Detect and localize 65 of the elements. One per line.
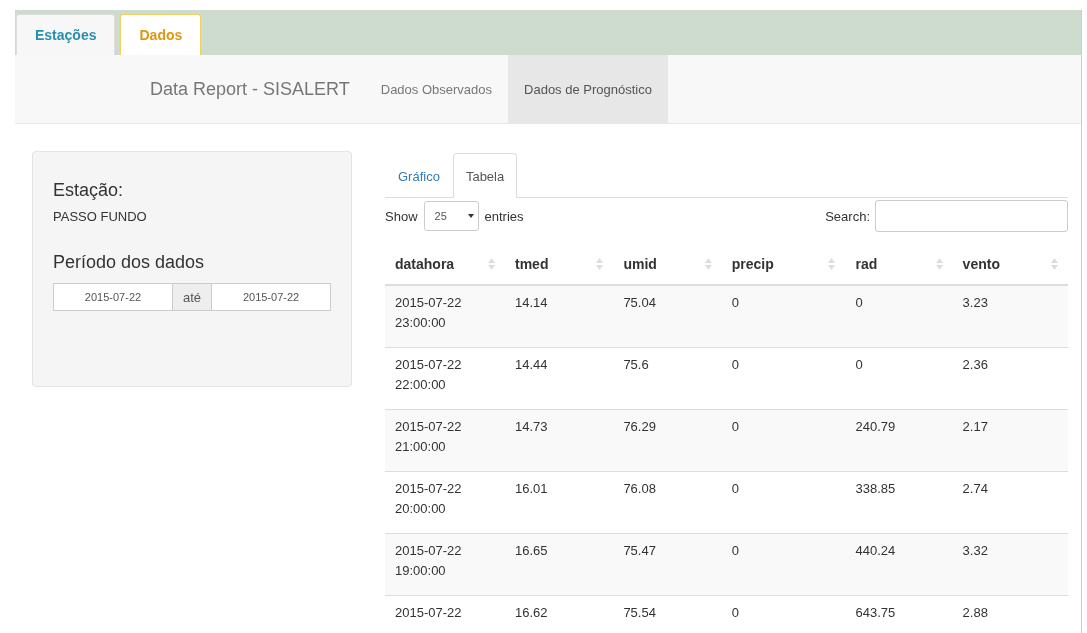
view-tab[interactable]: Gráfico: [385, 154, 453, 198]
table-cell: 2.36: [962, 357, 988, 372]
table-cell: 2015-07-22 20:00:00: [395, 481, 462, 516]
table-cell: 3.23: [962, 295, 988, 310]
table-cell: 0: [731, 543, 739, 558]
table-cell: 2015-07-22 19:00:00: [395, 543, 462, 578]
column-header[interactable]: precip: [731, 256, 774, 272]
table-cell: 0: [731, 481, 739, 496]
page-size-select[interactable]: 25: [423, 201, 479, 231]
sort-icon[interactable]: [935, 258, 943, 270]
table-cell: 14.14: [515, 295, 548, 310]
view-tab[interactable]: Tabela: [452, 153, 518, 198]
table-cell: 76.29: [623, 419, 656, 434]
table-cell: 643.75: [855, 605, 896, 620]
table-cell: 2.74: [962, 481, 988, 496]
column-header[interactable]: datahora: [395, 256, 455, 272]
table-cell: 0: [731, 357, 739, 372]
entries-label: entries: [484, 208, 524, 224]
search-label: Search:: [825, 208, 870, 224]
table-cell: 2.88: [962, 605, 988, 620]
app-title: Data Report - SISALERT: [149, 77, 351, 101]
table-cell: 2015-07-22 23:00:00: [395, 295, 462, 330]
sort-icon[interactable]: [704, 258, 712, 270]
table-cell: 14.44: [515, 357, 548, 372]
nav-item[interactable]: Dados de Prognóstico: [508, 55, 668, 123]
column-header[interactable]: tmed: [515, 256, 549, 272]
table-cell: 75.04: [623, 295, 656, 310]
table-cell: 3.32: [962, 543, 988, 558]
table-cell: 240.79: [855, 419, 896, 434]
table-cell: 75.54: [623, 605, 656, 620]
caret-icon: [467, 214, 474, 218]
nav-item[interactable]: Dados Observados: [364, 55, 509, 123]
sort-icon[interactable]: [488, 258, 495, 270]
table-cell: 16.01: [515, 481, 548, 496]
table-cell: 0: [731, 605, 739, 620]
table-cell: 2015-07-22: [395, 605, 462, 620]
sort-icon[interactable]: [828, 258, 836, 270]
sort-icon[interactable]: [1051, 258, 1058, 270]
table-cell: 75.47: [623, 543, 656, 558]
station-label: Estação:: [53, 180, 125, 201]
start-date-field[interactable]: 2015-07-22: [53, 283, 173, 311]
table-cell: 2015-07-22 21:00:00: [395, 419, 462, 454]
column-header[interactable]: vento: [962, 256, 1000, 272]
table-cell: 75.6: [623, 357, 649, 372]
station-name: PASSO FUNDO: [53, 209, 148, 224]
search-field[interactable]: [875, 200, 1068, 232]
table-cell: 2.17: [962, 419, 988, 434]
column-header[interactable]: rad: [855, 256, 878, 272]
table-cell: 440.24: [855, 543, 896, 558]
table-cell: 0: [855, 295, 863, 310]
table-cell: 76.08: [623, 481, 656, 496]
table-cell: 2015-07-22 22:00:00: [395, 357, 462, 392]
table-cell: 0: [731, 419, 739, 434]
period-label: Período dos dados: [53, 252, 206, 273]
show-label: Show: [385, 208, 418, 224]
table-cell: 14.73: [515, 419, 548, 434]
table-cell: 16.65: [515, 543, 548, 558]
range-separator: até: [172, 283, 212, 311]
end-date-field[interactable]: 2015-07-22: [211, 283, 331, 311]
table-cell: 338.85: [855, 481, 896, 496]
table-cell: 0: [731, 295, 739, 310]
sort-icon[interactable]: [596, 258, 604, 270]
table-cell: 16.62: [515, 605, 548, 620]
table-cell: 0: [855, 357, 863, 372]
column-header[interactable]: umid: [623, 256, 657, 272]
